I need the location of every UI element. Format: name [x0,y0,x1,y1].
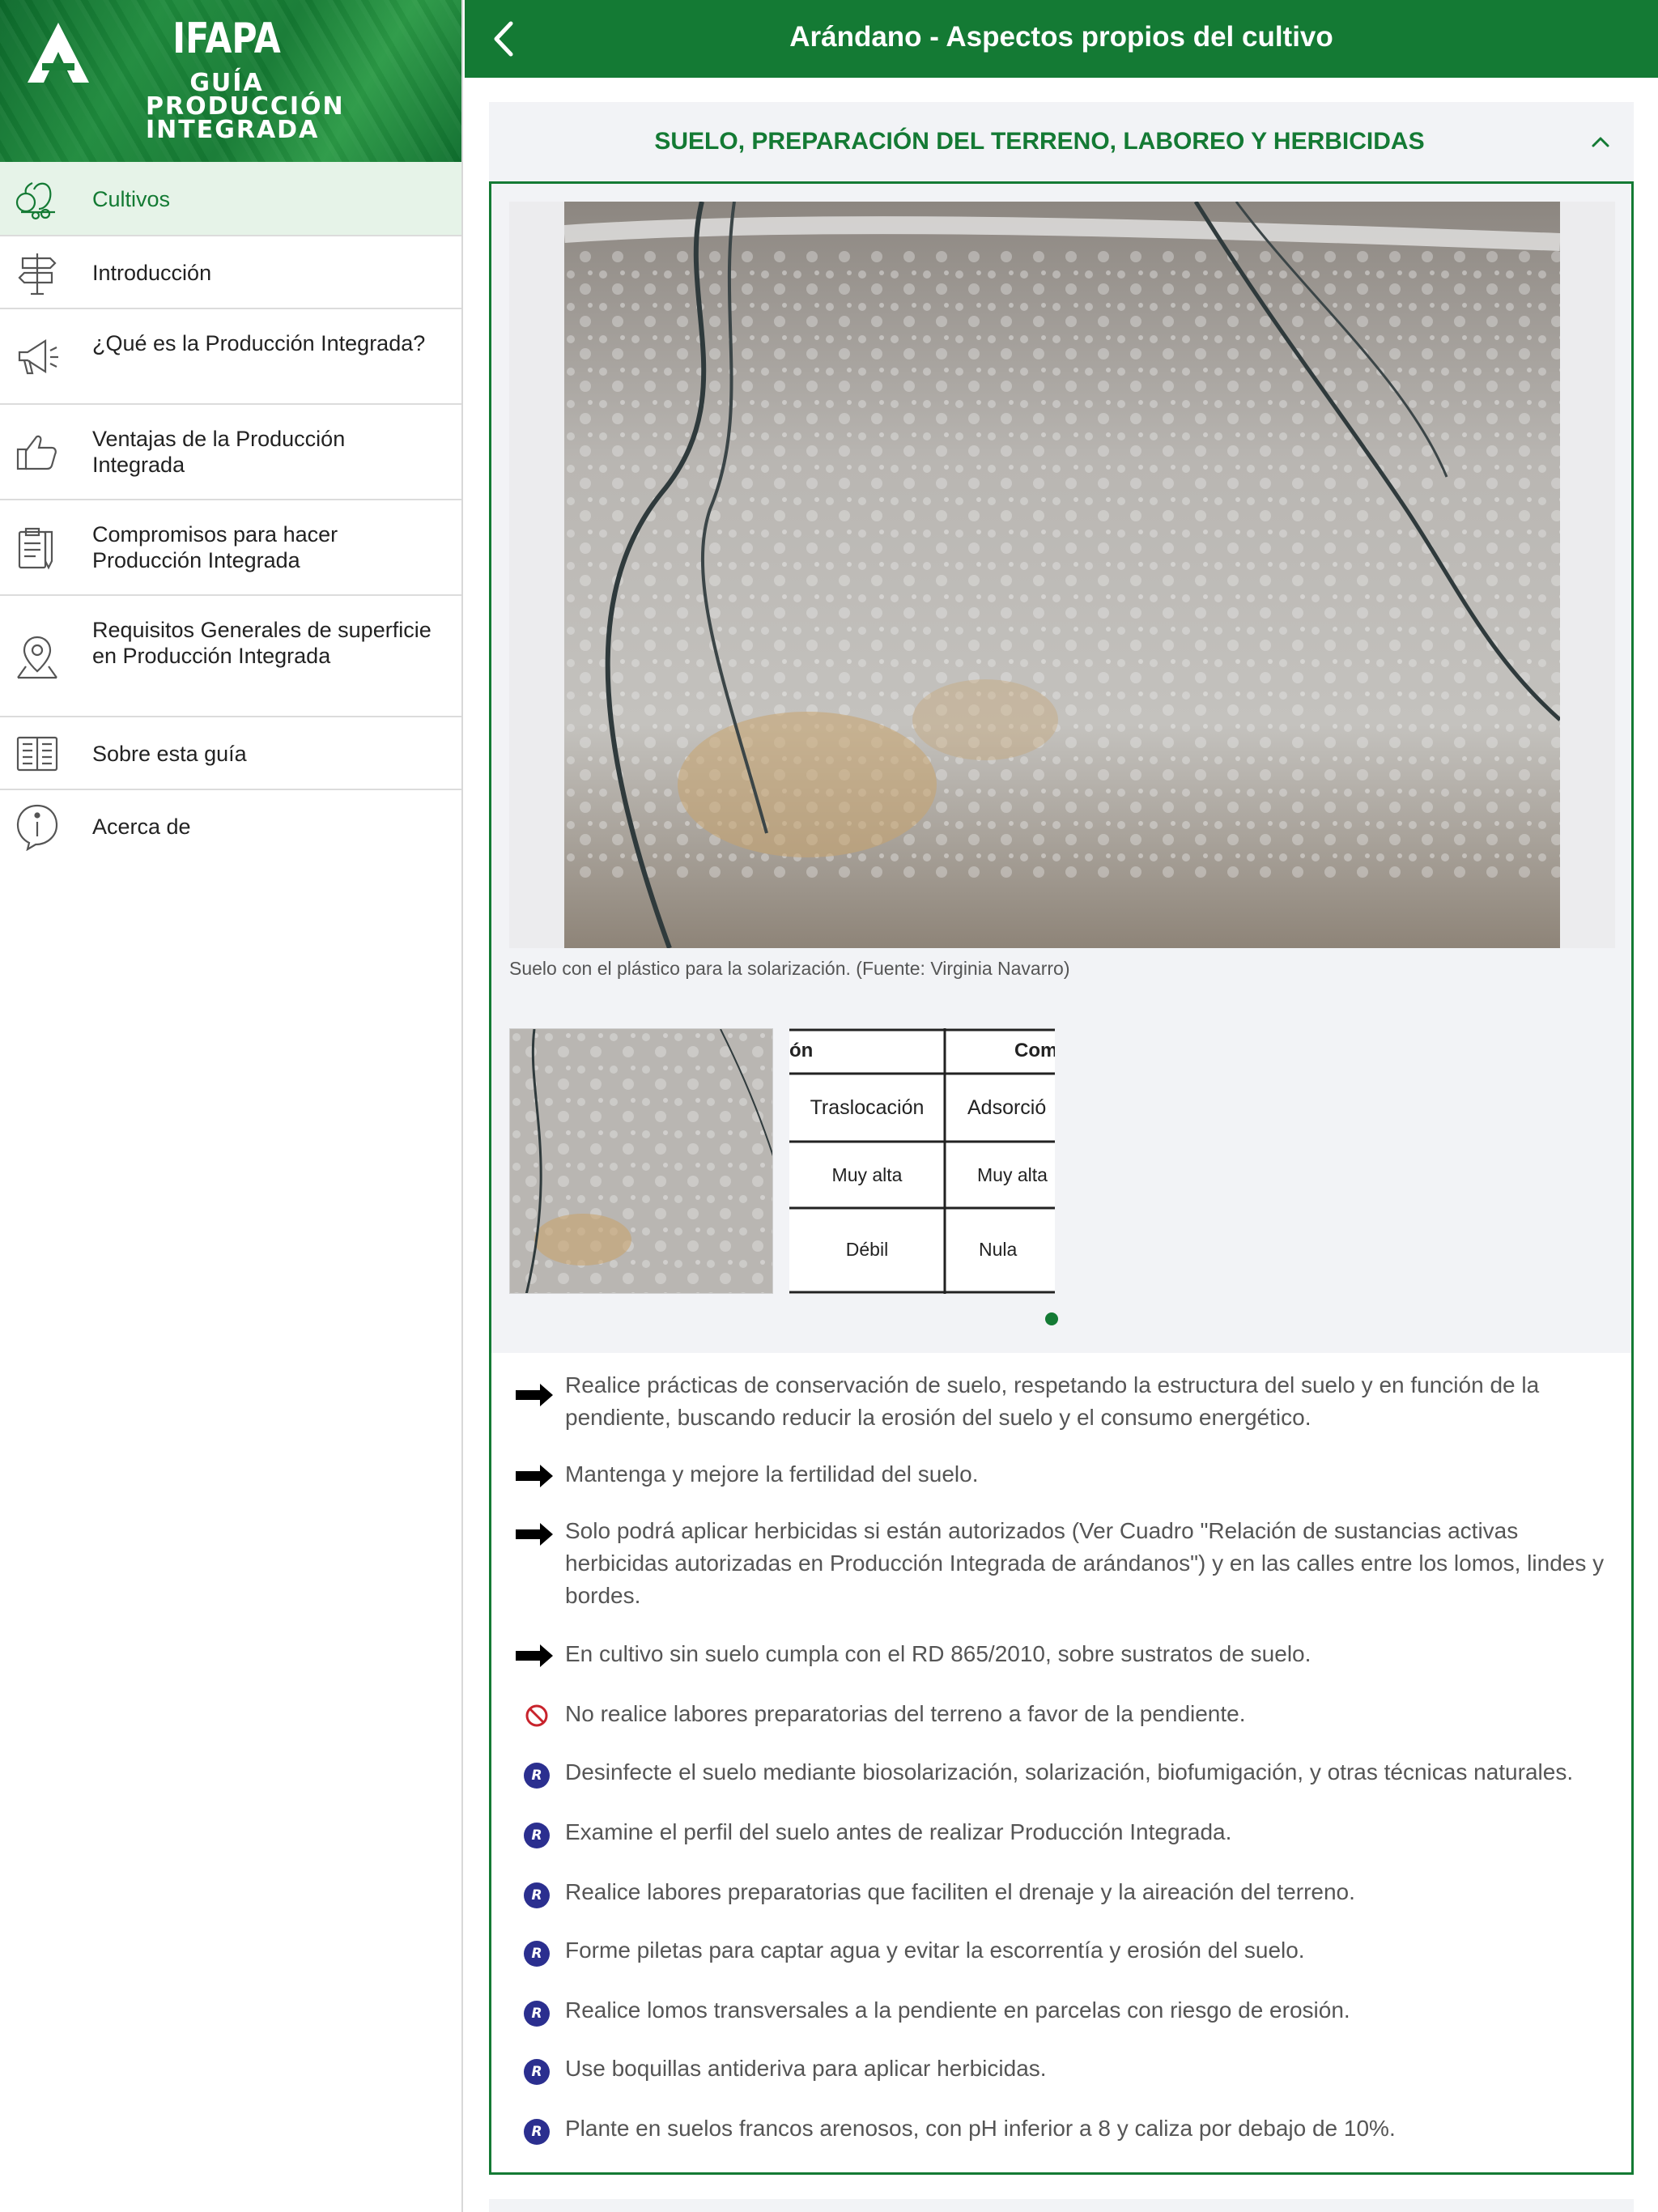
brand-subtitle-line1: GUÍA [189,69,264,97]
table-thumb-cell: Adsorció [967,1096,1047,1119]
arrow-right-icon [516,1384,553,1406]
recommended-badge-icon: R [524,1823,550,1848]
megaphone-icon [18,338,58,375]
thumbnail-photo[interactable] [509,1028,773,1294]
thumbs-up-icon [16,435,57,470]
list-item-text: Use boquillas antideriva para aplicar he… [565,2056,1047,2081]
main-content: SUELO, PREPARACIÓN DEL TERRENO, LABOREO … [465,78,1658,2212]
list-item-text: En cultivo sin suelo cumpla con el RD 86… [565,1641,1312,1666]
arrow-right-icon [516,1465,553,1487]
list-item-text: Plante en suelos francos arenosos, con p… [565,2116,1396,2141]
section-body: Suelo con el plástico para la solarizaci… [489,181,1634,2175]
sidebar-item-label: Ventajas de la Producción Integrada [92,427,346,477]
table-thumb-cell: Nula [979,1239,1018,1260]
sidebar-item-sobre-guia[interactable]: Sobre esta guía [0,717,461,790]
list-item: Solo podrá aplicar herbicidas si están a… [491,1515,1631,1615]
recommended-badge-icon: R [524,2001,550,2027]
list-item-text: Desinfecte el suelo mediante biosolariza… [565,1759,1574,1784]
section-header[interactable]: SUELO, PREPARACIÓN DEL TERRENO, LABOREO … [489,102,1634,181]
arrow-right-icon [516,1644,553,1667]
list-item: En cultivo sin suelo cumpla con el RD 86… [491,1638,1631,1670]
sidebar-item-acerca[interactable]: Acerca de [0,790,461,863]
list-item-text: Realice lomos transversales a la pendien… [565,1997,1350,2023]
brand-name: IFAPA [172,15,281,63]
list-item: R Plante en suelos francos arenosos, con… [491,2112,1631,2145]
brand-subtitle-line2: PRODUCCIÓN [146,92,345,121]
sidebar-item-requisitos[interactable]: Requisitos Generales de superficie en Pr… [0,596,461,717]
table-thumb-cell: Muy alta [977,1164,1048,1185]
carousel-dot[interactable] [1045,1312,1058,1325]
recommended-badge-icon: R [524,2059,550,2085]
sidebar-item-label: Introducción [92,261,212,285]
list-item-text: Examine el perfil del suelo antes de rea… [565,1819,1232,1844]
list-item: R Forme piletas para captar agua y evita… [491,1934,1631,1967]
image-caption: Suelo con el plástico para la solarizaci… [509,958,1070,979]
sidebar-item-introduccion[interactable]: Introducción [0,236,461,309]
brand-subtitle-line3: INTEGRADA [146,116,320,144]
next-section-header[interactable] [489,2199,1634,2212]
sidebar-item-que-es[interactable]: ¿Qué es la Producción Integrada? [0,309,461,405]
book-icon [16,736,58,772]
sidebar-item-label: Sobre esta guía [92,742,247,766]
list-item-text: Mantenga y mejore la fertilidad del suel… [565,1461,979,1487]
page-title: Arándano - Aspectos propios del cultivo [789,21,1333,53]
info-icon [16,804,58,851]
recommended-badge-icon: R [524,1941,550,1967]
list-item-text: No realice labores preparatorias del ter… [565,1701,1246,1726]
list-item: No realice labores preparatorias del ter… [491,1698,1631,1730]
list-item: Mantenga y mejore la fertilidad del suel… [491,1458,1631,1491]
list-item-text: Realice prácticas de conservación de sue… [565,1372,1540,1430]
soil-plastic-thumbnail [510,1029,772,1293]
image-gallery: Suelo con el plástico para la solarizaci… [491,184,1631,1353]
junta-andalucia-logo [28,23,89,83]
list-item: R Realice labores preparatorias que faci… [491,1876,1631,1908]
list-item-text: Realice labores preparatorias que facili… [565,1879,1355,1904]
sidebar-item-label: Requisitos Generales de superficie en Pr… [92,618,432,668]
list-item-text: Forme piletas para captar agua y evitar … [565,1938,1305,1963]
sidebar: IFAPA GUÍA PRODUCCIÓN INTEGRADA Cultivos… [0,0,463,2212]
list-item: Realice prácticas de conservación de sue… [491,1369,1631,1437]
main-image[interactable] [509,202,1615,948]
top-bar: Arándano - Aspectos propios del cultivo [465,0,1658,78]
table-thumb-cell: Débil [845,1239,889,1260]
section-title: SUELO, PREPARACIÓN DEL TERRENO, LABOREO … [654,128,1425,155]
sidebar-item-label: ¿Qué es la Producción Integrada? [92,331,426,355]
clipboard-icon [18,527,53,570]
list-item: R Realice lomos transversales a la pendi… [491,1994,1631,2027]
list-item: R Use boquillas antideriva para aplicar … [491,2052,1631,2085]
signpost-icon [18,253,57,296]
table-thumb-h1: ón [789,1040,814,1061]
thumbnail-table[interactable]: ón Com Traslocación Adsorció Muy alta Mu… [789,1028,1055,1294]
recommended-badge-icon: R [524,2119,550,2145]
list-item: R Examine el perfil del suelo antes de r… [491,1816,1631,1848]
sidebar-item-cultivos[interactable]: Cultivos [0,162,461,236]
prohibited-icon [525,1704,548,1727]
crops-icon [15,182,55,220]
table-thumb-cell: Muy alta [831,1164,903,1185]
brand-header: IFAPA GUÍA PRODUCCIÓN INTEGRADA [0,0,461,162]
recommended-badge-icon: R [524,1882,550,1908]
sidebar-item-compromisos[interactable]: Compromisos para hacer Producción Integr… [0,500,461,596]
recommended-badge-icon: R [524,1763,550,1789]
map-pin-icon [17,636,57,679]
arrow-right-icon [516,1523,553,1546]
table-thumb-h2: Com [1014,1040,1055,1061]
brand-subtitle: GUÍA PRODUCCIÓN INTEGRADA [146,69,345,144]
sidebar-item-label: Compromisos para hacer Producción Integr… [92,522,338,572]
sidebar-item-ventajas[interactable]: Ventajas de la Producción Integrada [0,405,461,500]
list-item: R Desinfecte el suelo mediante biosolari… [491,1756,1631,1789]
sidebar-item-label: Acerca de [92,815,191,839]
table-thumb-cell: Traslocación [810,1096,925,1119]
list-item-text: Solo podrá aplicar herbicidas si están a… [565,1518,1605,1608]
chevron-up-icon[interactable] [1588,130,1613,154]
soil-plastic-photo [564,202,1560,948]
sidebar-item-label: Cultivos [92,187,171,211]
